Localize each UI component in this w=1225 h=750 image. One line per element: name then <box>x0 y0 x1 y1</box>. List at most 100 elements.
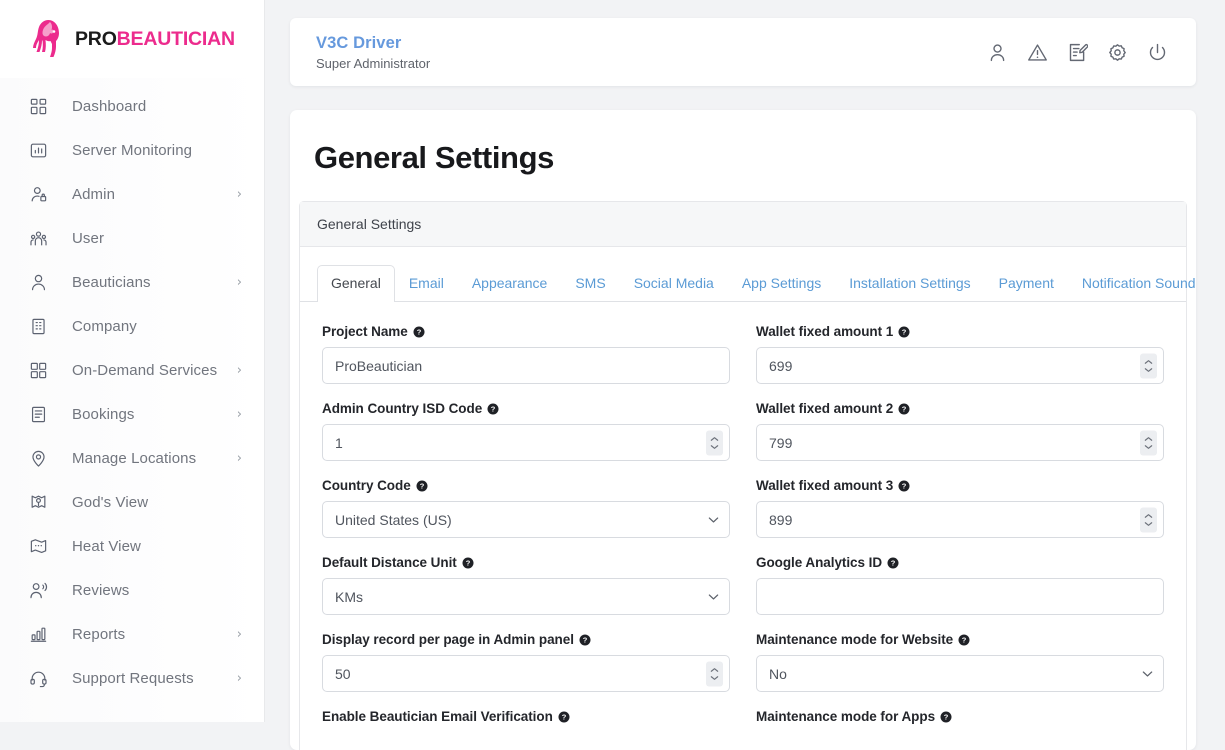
form-field-wallet-fixed-amount-2: Wallet fixed amount 2 ? <box>756 401 1164 461</box>
chevron-up-icon[interactable] <box>1144 436 1153 441</box>
tab-email[interactable]: Email <box>395 265 458 302</box>
wallet-fixed-amount-2-input[interactable] <box>756 424 1164 461</box>
tab-general[interactable]: General <box>317 265 395 302</box>
svg-text:?: ? <box>902 327 907 336</box>
number-spinner[interactable] <box>1140 507 1157 532</box>
tab-sms[interactable]: SMS <box>561 265 619 302</box>
edit-document-icon[interactable] <box>1067 42 1088 63</box>
wallet-fixed-amount-1-label: Wallet fixed amount 1 ? <box>756 324 1164 339</box>
number-spinner[interactable] <box>706 430 723 455</box>
map-pin-icon <box>28 448 48 468</box>
chevron-up-icon[interactable] <box>710 436 719 441</box>
display-record-per-page-control <box>322 655 730 692</box>
help-circle-icon[interactable]: ? <box>487 403 499 415</box>
sidebar-item-beauticians[interactable]: Beauticians › <box>0 260 264 304</box>
help-circle-icon[interactable]: ? <box>887 557 899 569</box>
project-name-input[interactable] <box>322 347 730 384</box>
chevron-right-icon: › <box>236 670 242 686</box>
sidebar-item-server-monitoring[interactable]: Server Monitoring <box>0 128 264 172</box>
tab-app-settings[interactable]: App Settings <box>728 265 835 302</box>
tab-appearance[interactable]: Appearance <box>458 265 562 302</box>
help-circle-icon[interactable]: ? <box>898 403 910 415</box>
gear-settings-icon[interactable] <box>1107 42 1128 63</box>
sidebar-item-god-s-view[interactable]: God's View <box>0 480 264 524</box>
help-circle-icon[interactable]: ? <box>416 480 428 492</box>
display-record-per-page-input[interactable] <box>322 655 730 692</box>
user-profile-icon[interactable] <box>987 42 1008 63</box>
chevron-down-icon[interactable] <box>710 444 719 449</box>
country-code-select[interactable]: United States (US) <box>322 501 730 538</box>
sidebar-item-on-demand-services[interactable]: On-Demand Services › <box>0 348 264 392</box>
help-circle-icon[interactable]: ? <box>898 480 910 492</box>
wallet-fixed-amount-2-label-text: Wallet fixed amount 2 <box>756 401 894 416</box>
sidebar-item-user[interactable]: User <box>0 216 264 260</box>
default-distance-unit-select[interactable]: KMs <box>322 578 730 615</box>
help-circle-icon[interactable]: ? <box>462 557 474 569</box>
chevron-up-icon[interactable] <box>1144 359 1153 364</box>
tab-installation-settings[interactable]: Installation Settings <box>835 265 984 302</box>
help-circle-icon[interactable]: ? <box>940 711 952 723</box>
headset-support-icon <box>28 668 48 688</box>
help-circle-icon[interactable]: ? <box>558 711 570 723</box>
help-circle-icon[interactable]: ? <box>898 326 910 338</box>
maintenance-mode-website-select[interactable]: No <box>756 655 1164 692</box>
sidebar-item-company[interactable]: Company <box>0 304 264 348</box>
tab-payment[interactable]: Payment <box>985 265 1068 302</box>
display-record-per-page-label-text: Display record per page in Admin panel <box>322 632 574 647</box>
map-marker-view-icon <box>28 492 48 512</box>
grid-services-icon <box>28 360 48 380</box>
grid-dashboard-icon <box>28 96 48 116</box>
svg-text:?: ? <box>962 635 967 644</box>
number-spinner[interactable] <box>1140 353 1157 378</box>
wallet-fixed-amount-1-input[interactable] <box>756 347 1164 384</box>
sidebar-item-label: On-Demand Services <box>72 361 218 379</box>
panel-header: General Settings <box>300 202 1186 247</box>
sidebar-item-reports[interactable]: Reports › <box>0 612 264 656</box>
topbar-icon-group <box>987 42 1168 63</box>
help-circle-icon[interactable]: ? <box>413 326 425 338</box>
wallet-fixed-amount-1-label-text: Wallet fixed amount 1 <box>756 324 894 339</box>
sidebar-item-label: Reviews <box>72 581 130 599</box>
google-analytics-id-control <box>756 578 1164 615</box>
sidebar-item-label: Bookings <box>72 405 135 423</box>
default-distance-unit-label-text: Default Distance Unit <box>322 555 457 570</box>
default-distance-unit-control: KMs <box>322 578 730 615</box>
number-spinner[interactable] <box>1140 430 1157 455</box>
chevron-down-icon[interactable] <box>710 675 719 680</box>
tab-notification-sound[interactable]: Notification Sound <box>1068 265 1196 302</box>
sidebar-item-dashboard[interactable]: Dashboard <box>0 84 264 128</box>
wallet-fixed-amount-3-label: Wallet fixed amount 3 ? <box>756 478 1164 493</box>
chevron-up-icon[interactable] <box>1144 513 1153 518</box>
sidebar-item-label: Support Requests <box>72 669 194 687</box>
maintenance-mode-website-control: No <box>756 655 1164 692</box>
chevron-down-icon[interactable] <box>1144 521 1153 526</box>
admin-country-isd-code-input[interactable] <box>322 424 730 461</box>
user-person-icon <box>28 272 48 292</box>
sidebar-item-reviews[interactable]: Reviews <box>0 568 264 612</box>
wallet-fixed-amount-3-input[interactable] <box>756 501 1164 538</box>
chevron-down-icon[interactable] <box>1144 444 1153 449</box>
sidebar-item-support-requests[interactable]: Support Requests › <box>0 656 264 700</box>
sidebar: PROBEAUTICIAN Dashboard Server Monitoring… <box>0 0 264 722</box>
svg-text:?: ? <box>491 404 496 413</box>
sidebar-item-admin[interactable]: Admin › <box>0 172 264 216</box>
heat-map-icon <box>28 536 48 556</box>
chevron-up-icon[interactable] <box>710 667 719 672</box>
number-spinner[interactable] <box>706 661 723 686</box>
settings-form: Project Name ? Wallet fixed amount 1 ? A… <box>300 302 1186 749</box>
sidebar-item-bookings[interactable]: Bookings › <box>0 392 264 436</box>
sidebar-item-label: User <box>72 229 105 247</box>
google-analytics-id-input[interactable] <box>756 578 1164 615</box>
sidebar-item-heat-view[interactable]: Heat View <box>0 524 264 568</box>
sidebar-item-label: Manage Locations <box>72 449 197 467</box>
brand-logo[interactable]: PROBEAUTICIAN <box>0 0 264 78</box>
help-circle-icon[interactable]: ? <box>579 634 591 646</box>
document-list-icon <box>28 404 48 424</box>
chevron-right-icon: › <box>236 274 242 290</box>
tab-social-media[interactable]: Social Media <box>620 265 728 302</box>
sidebar-item-manage-locations[interactable]: Manage Locations › <box>0 436 264 480</box>
warning-triangle-icon[interactable] <box>1027 42 1048 63</box>
power-logout-icon[interactable] <box>1147 42 1168 63</box>
help-circle-icon[interactable]: ? <box>958 634 970 646</box>
chevron-down-icon[interactable] <box>1144 367 1153 372</box>
